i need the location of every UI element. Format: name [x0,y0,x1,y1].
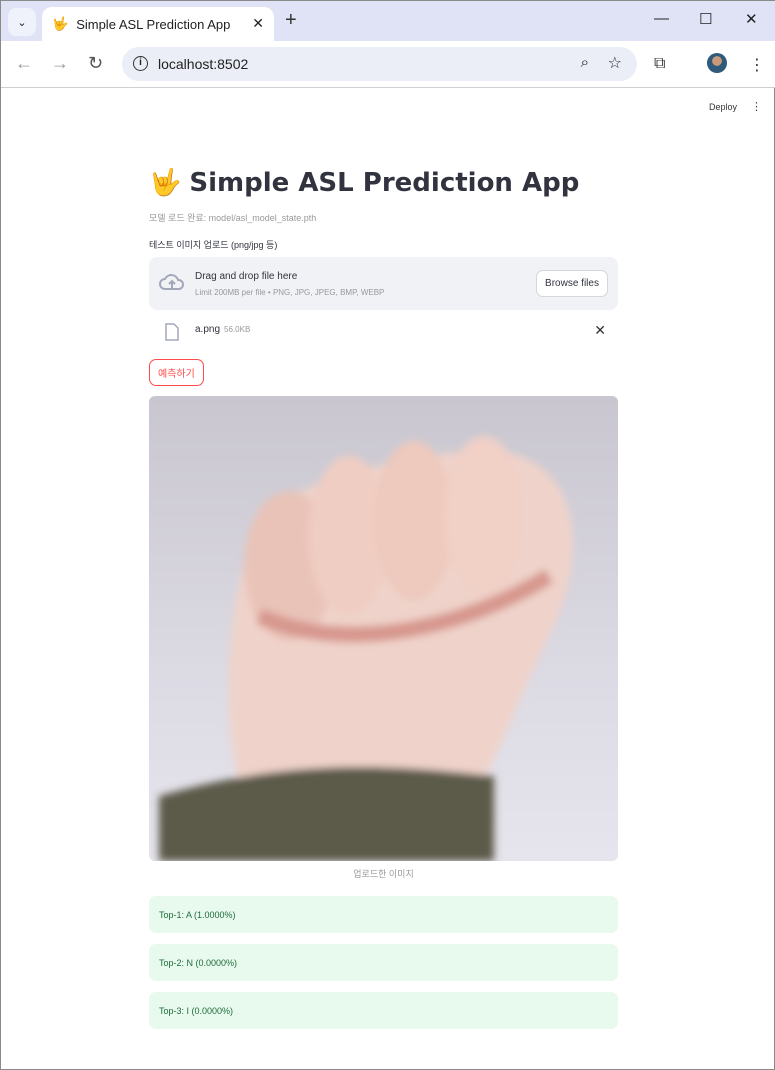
image-caption: 업로드한 이미지 [353,869,414,879]
profile-avatar[interactable] [707,53,727,73]
file-size: 56.0KB [224,325,251,334]
dropzone-title: Drag and drop file here [195,271,298,282]
uploaded-file: a.png 56.0KB ✕ [149,310,618,354]
deploy-button[interactable]: Deploy [709,102,737,112]
app-menu-icon[interactable]: ⋮ [751,100,762,113]
forward-button[interactable]: → [51,53,69,74]
bookmark-star-icon[interactable]: ☆ [608,53,622,73]
back-button[interactable]: ← [15,53,33,74]
main-content: 🤟 Simple ASL Prediction App 모델 로드 완료: mo… [149,161,618,1029]
site-info-icon[interactable]: i [133,56,148,71]
title-emoji-icon: 🤟 [149,168,182,198]
browser-toolbar: ← → ↻ i localhost:8502 ⌕ ☆ ⧉ ⋮ [1,41,775,88]
minimize-button[interactable]: — [654,10,669,27]
prediction-result-1: Top-1: A (1.0000%) [149,896,618,933]
new-tab-button[interactable]: + [285,9,297,32]
file-icon [165,323,179,341]
zoom-icon[interactable]: ⌕ [581,54,589,71]
hand-image [159,436,573,861]
remove-file-button[interactable]: ✕ [594,322,606,339]
url-text: localhost:8502 [158,56,249,72]
browser-menu-icon[interactable]: ⋮ [749,55,765,75]
uploader-label: 테스트 이미지 업로드 (png/jpg 등) [149,240,278,250]
uploaded-image [149,396,618,861]
page-title: 🤟 Simple ASL Prediction App [149,161,618,205]
prediction-result-2: Top-2: N (0.0000%) [149,944,618,981]
close-window-button[interactable]: ✕ [745,10,758,28]
reload-button[interactable]: ↻ [88,53,103,74]
prediction-result-3: Top-3: I (0.0000%) [149,992,618,1029]
tab-favicon-icon: 🤟 [52,16,69,31]
upload-cloud-icon [159,274,185,290]
address-bar[interactable]: i localhost:8502 ⌕ ☆ [122,47,637,81]
dropzone-limit: Limit 200MB per file • PNG, JPG, JPEG, B… [195,288,385,297]
file-dropzone[interactable]: Drag and drop file here Limit 200MB per … [149,257,618,310]
tab-close-icon[interactable]: ✕ [252,15,264,32]
tab-title: Simple ASL Prediction App [76,16,231,32]
extensions-icon[interactable]: ⧉ [654,55,665,73]
model-caption: 모델 로드 완료: model/asl_model_state.pth [149,213,317,223]
browse-files-button[interactable]: Browse files [536,270,608,297]
title-text: Simple ASL Prediction App [189,168,580,198]
browser-tab[interactable]: 🤟 Simple ASL Prediction App ✕ [42,7,274,41]
maximize-button[interactable]: ☐ [699,10,712,28]
tab-search-button[interactable]: ⌄ [8,8,36,36]
predict-button[interactable]: 예측하기 [149,359,204,386]
tab-bar: ⌄ 🤟 Simple ASL Prediction App ✕ + — ☐ ✕ [1,1,775,41]
file-name: a.png [195,324,221,335]
